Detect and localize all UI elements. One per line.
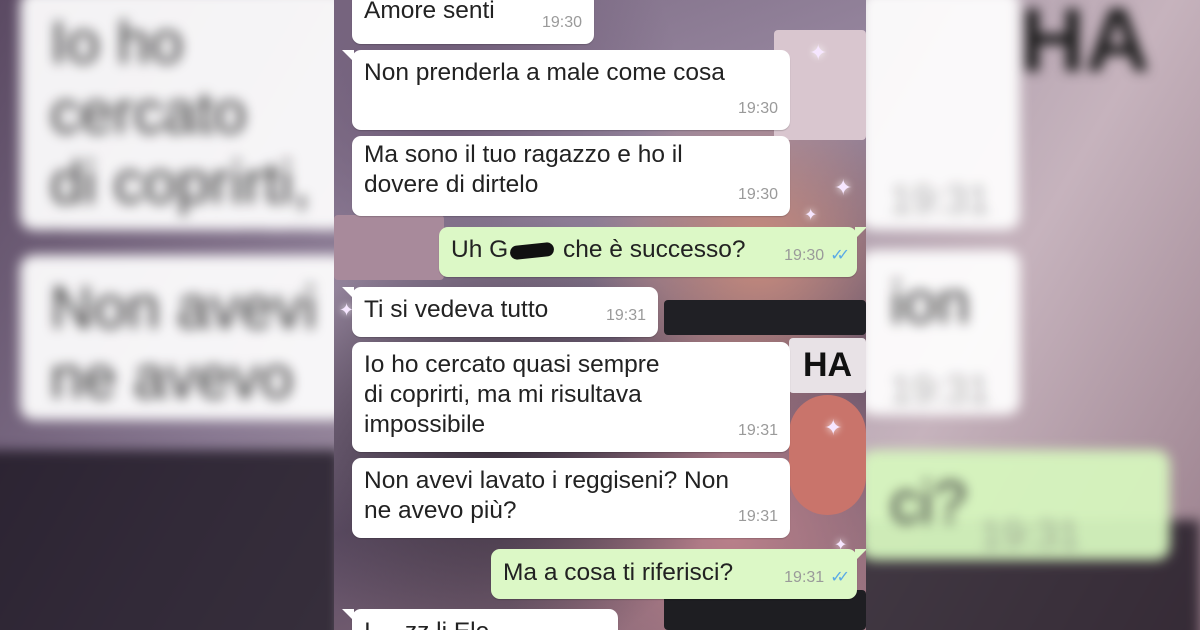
wallpaper-lips: [789, 395, 866, 515]
message-time: 19:31: [605, 307, 646, 324]
message-incoming-partial[interactable]: I ....zz li Ele: [342, 609, 618, 630]
message-text-part: Uh G: [451, 236, 509, 263]
background-bubble-right-3-text: ci?: [890, 469, 967, 536]
message-text: I ....zz li Ele: [364, 617, 608, 630]
background-bubble-right-2: ion 19:31: [860, 250, 1020, 415]
background-dark-area: [0, 450, 340, 630]
message-incoming[interactable]: Non avevi lavato i reggiseni? Non ne ave…: [352, 458, 790, 538]
chat-window[interactable]: HA ✦ ✦ ✦ ✦ ✦ ✦ Amore senti 19:30 Non pre…: [334, 0, 866, 630]
message-outgoing[interactable]: Ma a cosa ti riferisci? 19:31 ✓✓: [491, 549, 866, 599]
message-incoming[interactable]: Io ho cercato quasi sempre di coprirti, …: [352, 342, 790, 452]
sparkle-icon: ✦: [804, 207, 818, 224]
background-logo: HA: [1020, 0, 1150, 91]
message-time: 19:30: [784, 247, 825, 264]
message-text-part: che è successo?: [556, 236, 746, 263]
message-time: 19:31: [784, 569, 825, 586]
redaction-mark: [509, 241, 555, 260]
message-text: Non avevi lavato i reggiseni? Non ne ave…: [364, 467, 729, 524]
sparkle-icon: ✦: [824, 415, 843, 440]
bubble-tail: [855, 227, 866, 239]
background-bubble-left-2: Non avevi ne avevo p: [20, 255, 350, 420]
background-bubble-right-3: ci? 19:31: [860, 450, 1170, 560]
background-bubble-right-2-text: ion: [890, 269, 971, 336]
sparkle-icon: ✦: [809, 40, 828, 65]
bubble-tail: [855, 549, 866, 561]
message-time-with-status: 19:30 ✓✓: [784, 241, 850, 271]
message-incoming[interactable]: Ti si vedeva tutto 19:31: [342, 287, 658, 337]
message-text: Non prenderla a male come cosa: [364, 59, 725, 86]
double-check-icon: ✓✓: [830, 569, 850, 586]
message-time: 19:30: [737, 100, 778, 117]
message-time-with-status: 19:31 ✓✓: [784, 563, 850, 593]
message-time: 19:31: [737, 508, 778, 525]
bubble-tail: [342, 50, 354, 62]
bubble-tail: [342, 609, 354, 621]
message-text: Ma sono il tuo ragazzo e ho il dovere di…: [364, 141, 683, 198]
background-bubble-right-1: 19:31: [860, 0, 1020, 230]
sparkle-icon: ✦: [834, 175, 853, 200]
message-time: 19:30: [541, 14, 582, 31]
background-time-2: 19:31: [890, 368, 991, 412]
message-time: 19:31: [737, 422, 778, 439]
message-time: 19:30: [737, 186, 778, 203]
wallpaper-photo-2: [334, 215, 444, 280]
message-incoming[interactable]: Amore senti 19:30: [352, 0, 594, 44]
background-time-1: 19:31: [890, 178, 991, 222]
wallpaper-logo: HA: [789, 338, 866, 393]
message-incoming[interactable]: Ma sono il tuo ragazzo e ho il dovere di…: [352, 136, 790, 216]
message-incoming[interactable]: Non prenderla a male come cosa 19:30: [342, 50, 790, 130]
message-outgoing[interactable]: Uh G che è successo? 19:30 ✓✓: [439, 227, 866, 277]
double-check-icon: ✓✓: [830, 247, 850, 264]
background-time-3: 19:31: [980, 513, 1081, 557]
wallpaper-dark-strip: [664, 300, 866, 335]
bubble-tail: [342, 287, 354, 299]
background-bubble-left-1: Io ho cercato di coprirti, impossibil: [20, 0, 350, 230]
message-text: Io ho cercato quasi sempre di coprirti, …: [364, 351, 660, 438]
